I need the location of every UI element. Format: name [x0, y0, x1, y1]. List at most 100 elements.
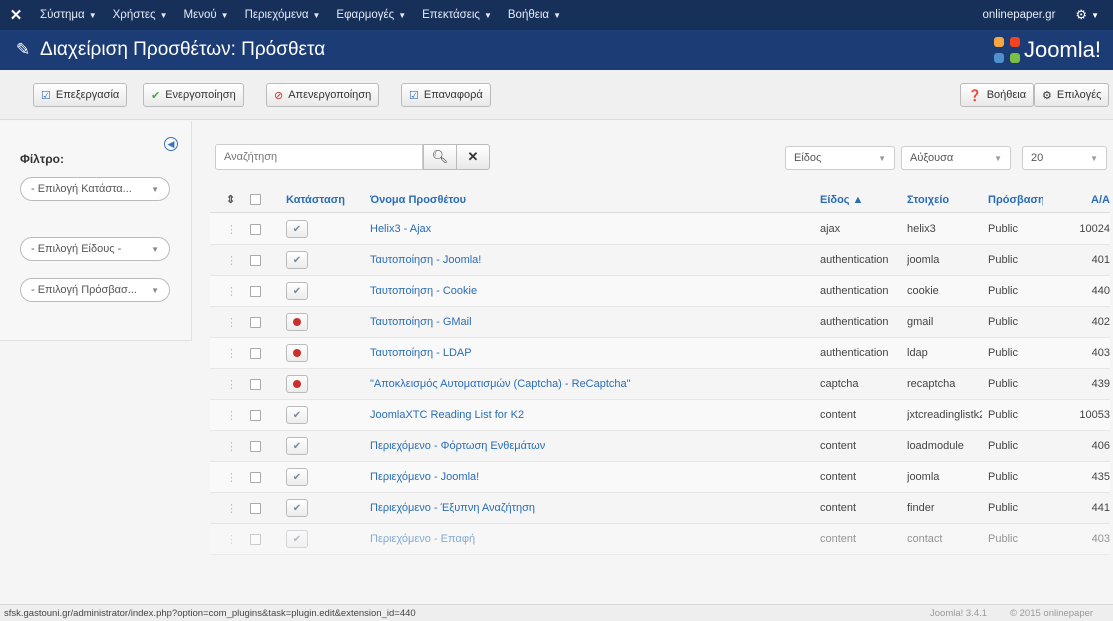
menu-system[interactable]: Σύστημα ▼: [32, 0, 105, 30]
menu-content-label: Περιεχόμενα: [244, 9, 309, 21]
menu-menus[interactable]: Μενού ▼: [175, 0, 236, 30]
status-toggle-button[interactable]: ✔: [286, 468, 308, 486]
status-toggle-button[interactable]: [286, 344, 308, 362]
options-button[interactable]: ⚙ Επιλογές: [1034, 83, 1110, 107]
status-toggle-button[interactable]: [286, 375, 308, 393]
plugin-name-link[interactable]: Ταυτοποίηση - GMail: [370, 307, 790, 337]
check-icon: ✔: [292, 471, 302, 483]
status-toggle-button[interactable]: ✔: [286, 499, 308, 517]
status-toggle-button[interactable]: ✔: [286, 530, 308, 548]
filter-access-select[interactable]: - Επιλογή Πρόσβασ... ▼: [20, 278, 170, 302]
enable-button[interactable]: ✔ Ενεργοποίηση: [143, 83, 244, 107]
row-checkbox[interactable]: [250, 285, 261, 297]
caret-down-icon: ▼: [553, 10, 561, 20]
status-toggle-button[interactable]: ✔: [286, 406, 308, 424]
plugin-name-link[interactable]: Περιεχόμενο - Έξυπνη Αναζήτηση: [370, 493, 790, 523]
menu-users[interactable]: Χρήστες ▼: [105, 0, 176, 30]
status-header[interactable]: Κατάσταση: [286, 187, 346, 212]
row-checkbox[interactable]: [250, 533, 261, 545]
row-checkbox[interactable]: [250, 378, 261, 390]
row-checkbox[interactable]: [250, 316, 261, 328]
row-checkbox[interactable]: [250, 440, 261, 452]
menu-components[interactable]: Εφαρμογές ▼: [328, 0, 414, 30]
checkbox[interactable]: [250, 194, 261, 205]
access-header[interactable]: Πρόσβαση: [988, 187, 1043, 212]
row-checkbox[interactable]: [250, 502, 261, 514]
checkin-button[interactable]: ☑ Επαναφορά: [401, 83, 491, 107]
drag-handle-icon[interactable]: ⋮: [226, 524, 238, 554]
table-row: ⋮ Ταυτοποίηση - LDAP authentication ldap Pub…: [210, 338, 1110, 369]
status-toggle-button[interactable]: [286, 313, 308, 331]
caret-down-icon: ▼: [151, 244, 159, 254]
plugin-name-link[interactable]: Ταυτοποίηση - LDAP: [370, 338, 790, 368]
edit-button-label: Επεξεργασία: [55, 89, 120, 101]
row-checkbox-cell: [250, 338, 270, 368]
menu-help[interactable]: Βοήθεια ▼: [500, 0, 569, 30]
caret-down-icon: ▼: [312, 10, 321, 20]
site-link[interactable]: onlinepaper.gr: [969, 9, 1070, 21]
edit-button[interactable]: ☑ Επεξεργασία: [33, 83, 128, 107]
plugin-name-link[interactable]: "Αποκλεισμός Αυτοματισμών (Captcha) - Re…: [370, 369, 790, 399]
check-icon: ✔: [292, 285, 302, 297]
id-header[interactable]: A/A: [1072, 187, 1110, 212]
drag-handle-icon[interactable]: ⋮: [226, 245, 238, 275]
drag-handle-icon[interactable]: ⋮: [226, 338, 238, 368]
table-row: ⋮ ✔ Ταυτοποίηση - Joomla! authentication joo…: [210, 245, 1110, 276]
drag-handle-icon[interactable]: ⋮: [226, 214, 238, 244]
select-all-checkbox[interactable]: [250, 187, 270, 212]
plugin-name-link[interactable]: Περιεχόμενο - Επαφή: [370, 524, 790, 554]
ordering-header[interactable]: ⇕: [226, 187, 238, 212]
drag-handle-icon[interactable]: ⋮: [226, 307, 238, 337]
row-checkbox-cell: [250, 524, 270, 554]
status-toggle-button[interactable]: ✔: [286, 220, 308, 238]
menu-content[interactable]: Περιεχόμενα ▼: [237, 0, 329, 30]
disable-button[interactable]: ⊘ Απενεργοποίηση: [266, 83, 380, 107]
drag-handle-icon[interactable]: ⋮: [226, 493, 238, 523]
filter-state-select[interactable]: - Επιλογή Κατάστα... ▼: [20, 177, 170, 201]
drag-handle-icon[interactable]: ⋮: [226, 276, 238, 306]
status-toggle-button[interactable]: ✔: [286, 282, 308, 300]
top-navbar: ✕ Σύστημα ▼ Χρήστες ▼ Μενού ▼ Περιεχόμενα ▼ …: [0, 0, 1113, 30]
search-button[interactable]: 🔍︎: [423, 144, 457, 170]
type-header[interactable]: Είδος ▲: [820, 187, 910, 212]
plugin-name-link[interactable]: Helix3 - Ajax: [370, 214, 790, 244]
menu-extensions[interactable]: Επεκτάσεις ▼: [414, 0, 500, 30]
row-checkbox[interactable]: [250, 471, 261, 483]
row-checkbox[interactable]: [250, 409, 261, 421]
status-bar: sfsk.gastouni.gr/administrator/index.php…: [0, 604, 1113, 621]
filter-type-select[interactable]: - Επιλογή Είδους - ▼: [20, 237, 170, 261]
list-limit-select[interactable]: 20 ▼: [1022, 146, 1107, 170]
page-header: ✎ Διαχείριση Προσθέτων: Πρόσθετα Joomla!: [0, 30, 1113, 70]
drag-handle-icon[interactable]: ⋮: [226, 369, 238, 399]
element-header[interactable]: Στοιχείο: [907, 187, 982, 212]
plugin-id: 402: [1091, 316, 1110, 328]
plugin-type: ajax: [820, 223, 841, 235]
row-checkbox[interactable]: [250, 254, 261, 266]
plugin-name-link[interactable]: Ταυτοποίηση - Joomla!: [370, 245, 790, 275]
plugin-name-link[interactable]: Περιεχόμενο - Φόρτωση Ενθεμάτων: [370, 431, 790, 461]
drag-handle-icon[interactable]: ⋮: [226, 462, 238, 492]
sort-type-select[interactable]: Είδος ▼: [785, 146, 895, 170]
plugin-id: 10053: [1079, 409, 1110, 421]
drag-handle-icon[interactable]: ⋮: [226, 400, 238, 430]
plugin-name-link[interactable]: JoomlaXTC Reading List for K2: [370, 400, 790, 430]
plugin-name-link[interactable]: Ταυτοποίηση - Cookie: [370, 276, 790, 306]
status-toggle-button[interactable]: ✔: [286, 437, 308, 455]
plugin-name-link[interactable]: Περιεχόμενο - Joomla!: [370, 462, 790, 492]
joomla-x-icon[interactable]: ✕: [0, 6, 32, 24]
sort-order-select[interactable]: Αύξουσα ▼: [901, 146, 1011, 170]
check-icon: ✔: [292, 502, 302, 514]
name-header[interactable]: Όνομα Προσθέτου: [370, 187, 790, 212]
clear-button[interactable]: ✕: [456, 144, 490, 170]
row-checkbox[interactable]: [250, 347, 261, 359]
sidebar-toggle-icon[interactable]: ◀: [164, 137, 178, 151]
main-menu: Σύστημα ▼ Χρήστες ▼ Μενού ▼ Περιεχόμενα ▼ Εφ…: [32, 0, 569, 30]
gear-icon[interactable]: ⚙ ▼: [1069, 7, 1113, 23]
drag-handle-icon[interactable]: ⋮: [226, 431, 238, 461]
search-input[interactable]: [215, 144, 423, 170]
help-button[interactable]: ❓ Βοήθεια: [960, 83, 1035, 107]
plugin-type: content: [820, 440, 857, 452]
row-checkbox[interactable]: [250, 223, 261, 235]
status-toggle-button[interactable]: ✔: [286, 251, 308, 269]
caret-down-icon: ▼: [151, 285, 159, 295]
